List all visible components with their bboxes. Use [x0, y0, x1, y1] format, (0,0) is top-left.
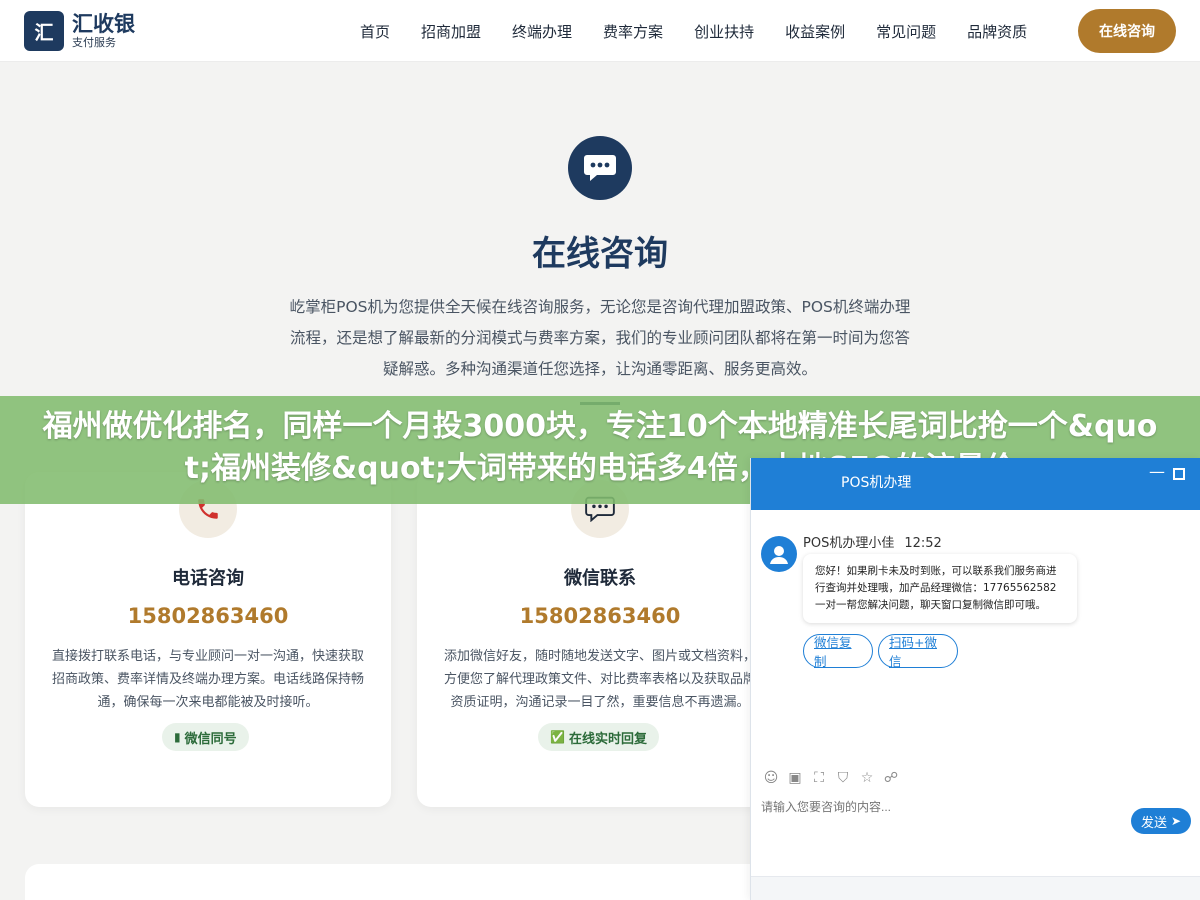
status-badge: ▮ 微信同号 — [162, 723, 249, 751]
online-consult-button[interactable]: 在线咨询 — [1078, 9, 1176, 53]
hero-description: 屹掌柜POS机为您提供全天候在线咨询服务，无论您是咨询代理加盟政策、POS机终端… — [289, 298, 911, 378]
status-badge: ✅ 在线实时回复 — [538, 723, 659, 751]
mobile-icon: ▮ — [174, 730, 181, 744]
nav-item-home[interactable]: 首页 — [360, 21, 390, 42]
message-time: 12:52 — [904, 536, 942, 551]
wechat-number[interactable]: 15802863460 — [417, 604, 783, 628]
nav-item-franchise[interactable]: 招商加盟 — [421, 21, 481, 42]
chat-message: 您好！如果刷卡未及时到账，可以联系我们服务商进行查询并处理哦，加产品经理微信：1… — [803, 554, 1077, 623]
image-icon[interactable]: ▣ — [783, 770, 807, 788]
card-description: 直接拨打联系电话，与专业顾问一对一沟通，快速获取招商政策、费率详情及终端办理方案… — [51, 649, 364, 710]
card-description: 添加微信好友，随时随地发送文字、图片或文档资料，方便您了解代理政策文件、对比费率… — [443, 649, 756, 710]
card-title: 电话咨询 — [172, 568, 244, 589]
main-nav: 首页 招商加盟 终端办理 费率方案 创业扶持 收益案例 常见问题 品牌资质 — [360, 0, 1058, 62]
avatar — [761, 536, 797, 572]
screenshot-icon[interactable]: ⛶ — [807, 770, 831, 788]
scan-wechat-button[interactable]: 扫码+微信 — [878, 634, 958, 669]
nav-item-rates[interactable]: 费率方案 — [603, 21, 663, 42]
check-icon: ✅ — [550, 730, 565, 744]
agent-name: POS机办理小佳 12:52 — [803, 536, 942, 551]
chat-header-title: POS机办理 — [841, 475, 912, 491]
send-icon: ➤ — [1170, 814, 1182, 828]
send-button[interactable]: 发送 ➤ — [1131, 808, 1191, 834]
copy-wechat-button[interactable]: 微信复制 — [803, 634, 873, 669]
maximize-icon[interactable] — [1173, 468, 1185, 480]
rating-icon[interactable]: ☆ — [855, 770, 879, 788]
phone-consult-card: 电话咨询 15802863460 直接拨打联系电话，与专业顾问一对一沟通，快速获… — [25, 472, 391, 807]
chat-widget: POS机办理 — POS机办理小佳 12:52 您好！如果刷卡未及时到账，可以联系… — [750, 458, 1200, 900]
card-title: 微信联系 — [564, 568, 636, 589]
nav-item-brand[interactable]: 品牌资质 — [967, 21, 1027, 42]
logo-subtitle: 支付服务 — [72, 36, 116, 49]
chat-input[interactable] — [761, 800, 1121, 814]
nav-item-startup-support[interactable]: 创业扶持 — [694, 21, 754, 42]
chat-toolbar: ☺ ▣ ⛶ ⛉ ☆ ☍ — [759, 770, 903, 788]
chat-bubble-icon — [568, 136, 632, 200]
site-logo[interactable]: 汇 汇收银 支付服务 — [24, 11, 135, 51]
emoji-icon[interactable]: ☺ — [759, 770, 783, 788]
nav-item-cases[interactable]: 收益案例 — [785, 21, 845, 42]
minimize-icon[interactable]: — — [1149, 462, 1165, 481]
chat-footer — [751, 876, 1200, 900]
site-header: 汇 汇收银 支付服务 首页 招商加盟 终端办理 费率方案 创业扶持 收益案例 常… — [0, 0, 1200, 62]
nav-item-faq[interactable]: 常见问题 — [876, 21, 936, 42]
logo-mark: 汇 — [24, 11, 64, 51]
chat-history-icon[interactable]: ☍ — [879, 770, 903, 788]
logo-name: 汇收银 — [72, 12, 135, 36]
page-title: 在线咨询 — [532, 234, 668, 274]
phone-number[interactable]: 15802863460 — [25, 604, 391, 628]
chat-header: POS机办理 — — [751, 458, 1200, 510]
nav-item-terminal[interactable]: 终端办理 — [512, 21, 572, 42]
shield-icon[interactable]: ⛉ — [831, 770, 855, 788]
wechat-contact-card: 微信联系 15802863460 添加微信好友，随时随地发送文字、图片或文档资料… — [417, 472, 783, 807]
